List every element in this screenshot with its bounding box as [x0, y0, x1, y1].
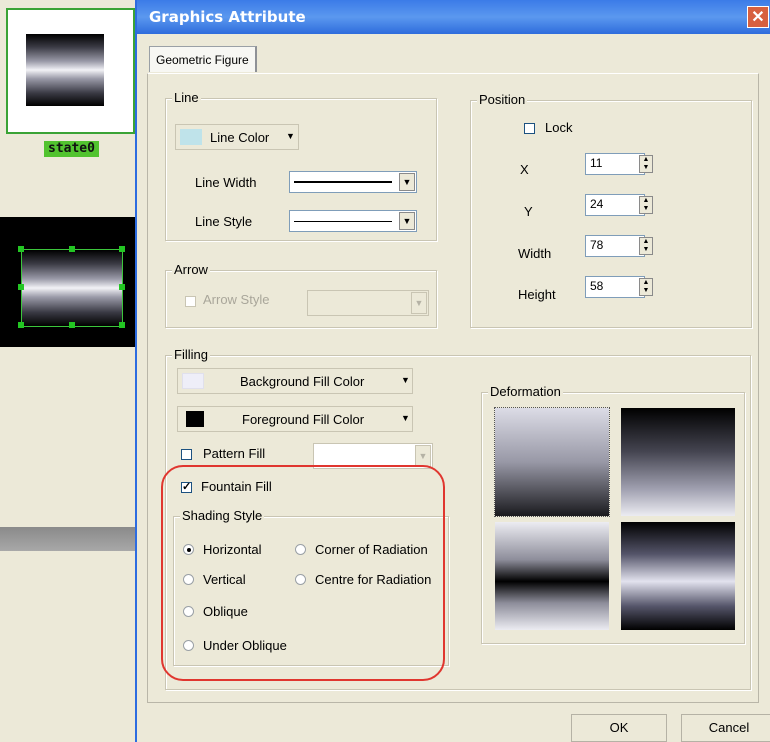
graphics-attribute-dialog: Graphics Attribute ✕ Geometric Figure Li… [135, 0, 770, 742]
height-input[interactable]: 58 [585, 276, 645, 298]
close-button[interactable]: ✕ [747, 6, 769, 28]
radio-centre-for-radiation[interactable] [295, 574, 306, 585]
deformation-preview-4[interactable] [621, 522, 735, 630]
lock-checkbox[interactable] [524, 123, 535, 134]
deformation-preview-3[interactable] [495, 522, 609, 630]
line-style-sample [294, 221, 392, 222]
state-label[interactable]: state0 [44, 141, 99, 157]
foreground-fill-color-button[interactable]: Foreground Fill Color ▼ [177, 406, 413, 432]
resize-handle-sw[interactable] [18, 322, 24, 328]
radio-horizontal-label: Horizontal [203, 542, 262, 557]
arrow-group-legend: Arrow [172, 262, 210, 277]
radio-centre-for-radiation-label: Centre for Radiation [315, 572, 432, 587]
dropdown-arrow-icon[interactable]: ▼ [415, 445, 431, 467]
line-width-sample [294, 181, 392, 183]
resize-handle-nw[interactable] [18, 246, 24, 252]
thumbnail-shape-preview [26, 34, 104, 106]
resize-handle-s[interactable] [69, 322, 75, 328]
pattern-fill-select[interactable]: ▼ [313, 443, 433, 469]
line-style-select[interactable]: ▼ [289, 210, 417, 232]
foreground-fill-label: Foreground Fill Color [242, 412, 365, 427]
fountain-fill-checkbox[interactable]: ✓ [181, 482, 192, 493]
shading-style-legend: Shading Style [180, 508, 265, 523]
deformation-preview-2[interactable] [621, 408, 735, 516]
dropdown-arrow-icon[interactable]: ▼ [399, 212, 415, 230]
line-color-button[interactable]: Line Color ▼ [175, 124, 299, 150]
arrow-style-select[interactable]: ▼ [307, 290, 429, 316]
x-input[interactable]: 11 [585, 153, 645, 175]
fountain-fill-label: Fountain Fill [201, 479, 272, 494]
dropdown-arrow-icon: ▼ [286, 131, 295, 141]
cancel-button[interactable]: Cancel [681, 714, 770, 742]
resize-handle-e[interactable] [119, 284, 125, 290]
panel-divider [0, 527, 135, 551]
lock-label: Lock [545, 120, 573, 135]
pattern-fill-checkbox[interactable] [181, 449, 192, 460]
arrow-style-label: Arrow Style [203, 292, 270, 307]
line-color-swatch [180, 129, 202, 145]
line-group-legend: Line [172, 90, 201, 105]
radio-under-oblique-label: Under Oblique [203, 638, 287, 653]
resize-handle-w[interactable] [18, 284, 24, 290]
filling-group-legend: Filling [172, 347, 210, 362]
position-group-legend: Position [477, 92, 528, 107]
dropdown-arrow-icon: ▼ [401, 375, 410, 385]
radio-corner-of-radiation-label: Corner of Radiation [315, 542, 428, 557]
line-style-label: Line Style [195, 214, 253, 229]
line-color-label: Line Color [210, 130, 270, 145]
radio-vertical[interactable] [183, 574, 194, 585]
resize-handle-ne[interactable] [119, 246, 125, 252]
radio-horizontal[interactable] [183, 544, 194, 555]
radio-vertical-label: Vertical [203, 572, 246, 587]
width-spin-button[interactable]: ▲ ▼ [639, 237, 653, 255]
dialog-title: Graphics Attribute [149, 8, 306, 26]
width-input[interactable]: 78 [585, 235, 645, 257]
resize-handle-se[interactable] [119, 322, 125, 328]
radio-oblique-label: Oblique [203, 604, 248, 619]
line-width-label: Line Width [195, 175, 257, 190]
y-input[interactable]: 24 [585, 194, 645, 216]
height-label: Height [518, 287, 556, 302]
tab-geometric-figure[interactable]: Geometric Figure [149, 46, 257, 72]
title-bar[interactable]: Graphics Attribute ✕ [137, 0, 770, 34]
line-width-select[interactable]: ▼ [289, 171, 417, 193]
dropdown-arrow-icon: ▼ [401, 413, 410, 423]
radio-corner-of-radiation[interactable] [295, 544, 306, 555]
deformation-preview-1[interactable] [494, 407, 610, 517]
y-label: Y [524, 204, 533, 219]
x-label: X [520, 162, 529, 177]
deformation-legend: Deformation [488, 384, 563, 399]
radio-oblique[interactable] [183, 606, 194, 617]
background-fill-swatch [182, 373, 204, 389]
foreground-fill-swatch [186, 411, 204, 427]
background-fill-label: Background Fill Color [240, 374, 365, 389]
ok-button[interactable]: OK [571, 714, 667, 742]
selection-outline [21, 249, 123, 327]
dropdown-arrow-icon[interactable]: ▼ [399, 173, 415, 191]
background-fill-color-button[interactable]: Background Fill Color ▼ [177, 368, 413, 394]
dropdown-arrow-icon[interactable]: ▼ [411, 292, 427, 314]
arrow-style-checkbox[interactable] [185, 296, 196, 307]
y-spin-button[interactable]: ▲ ▼ [639, 196, 653, 214]
height-spin-button[interactable]: ▲ ▼ [639, 278, 653, 296]
x-spin-button[interactable]: ▲ ▼ [639, 155, 653, 173]
radio-under-oblique[interactable] [183, 640, 194, 651]
width-label: Width [518, 246, 552, 261]
resize-handle-n[interactable] [69, 246, 75, 252]
pattern-fill-label: Pattern Fill [203, 446, 266, 461]
